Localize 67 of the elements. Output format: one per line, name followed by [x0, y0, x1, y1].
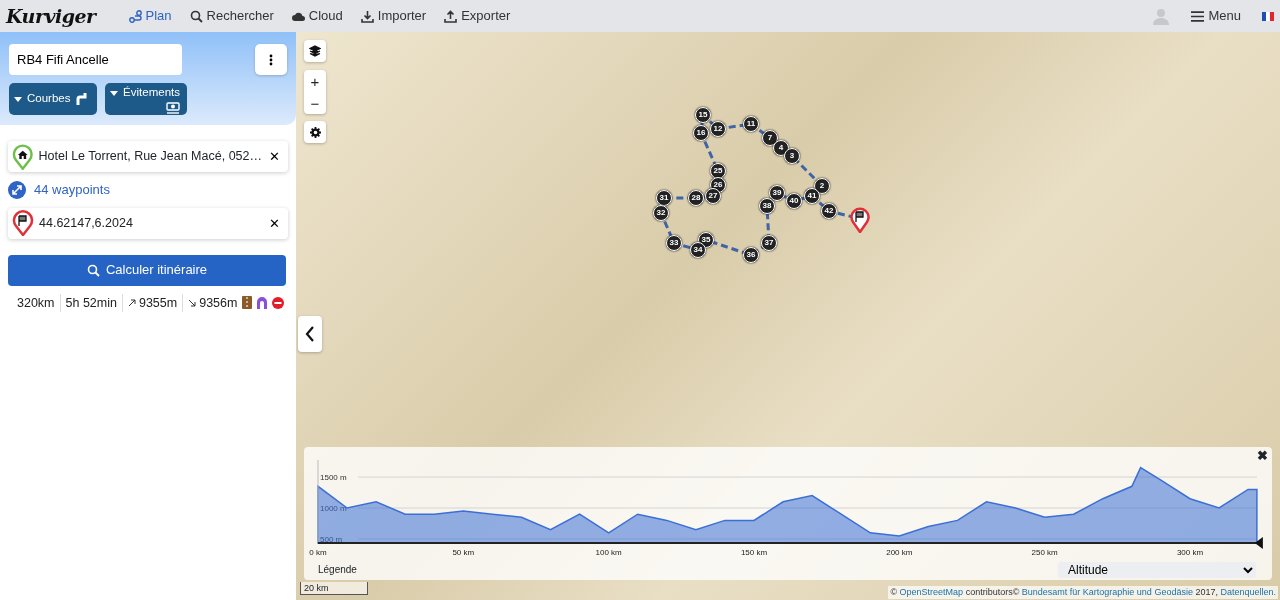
- collapse-sidebar-button[interactable]: [298, 316, 322, 352]
- ascent-arrow-icon: [127, 298, 136, 307]
- settings-button[interactable]: [304, 121, 326, 143]
- curve-icon: [75, 92, 88, 106]
- x-axis-label: 100 km: [595, 548, 622, 557]
- x-axis-label: 200 km: [886, 548, 913, 557]
- option-dropdown-button[interactable]: Évitements: [105, 83, 187, 115]
- attribution-link[interactable]: OpenStreetMap: [899, 586, 964, 597]
- descent-text: 9356m: [199, 294, 238, 312]
- start-field[interactable]: Hotel Le Torrent, Rue Jean Macé, 052… ✕: [8, 141, 288, 172]
- attribution-link[interactable]: Bundesamt für Kartographie und Geodäsie: [1021, 586, 1193, 597]
- home-pin-icon: [12, 143, 34, 170]
- search-icon: [86, 263, 100, 277]
- search-icon: [189, 9, 203, 23]
- nav-tab[interactable]: Importer: [355, 4, 432, 28]
- distance-text: 320km: [12, 293, 61, 313]
- route-icon: [128, 9, 142, 23]
- unpaved-road-icon: [242, 296, 253, 310]
- attribution-link[interactable]: Datenquellen.: [1220, 586, 1276, 597]
- clear-button[interactable]: ✕: [267, 150, 282, 163]
- scale-bar: 20 km: [300, 582, 368, 595]
- x-axis-label: 250 km: [1031, 548, 1058, 557]
- x-axis-label: 300 km: [1176, 548, 1204, 557]
- descent-arrow-icon: [188, 298, 197, 307]
- x-axis-label: 0 km: [309, 548, 327, 557]
- nav-tab[interactable]: Plan: [123, 4, 177, 28]
- money-icon: [166, 101, 180, 114]
- tunnel-icon: [256, 296, 269, 310]
- option-dropdown-button[interactable]: Courbes: [9, 83, 97, 115]
- x-axis-label: 50 km: [452, 548, 475, 557]
- metric-select[interactable]: Altitude: [1058, 562, 1256, 578]
- waypoints-link[interactable]: 44 waypoints: [34, 180, 110, 200]
- caret-icon: [14, 96, 22, 102]
- nav-tab[interactable]: Exporter: [439, 4, 516, 28]
- y-axis-label: 500 m: [320, 534, 343, 544]
- caret-icon: [110, 90, 119, 96]
- y-axis-label: 1500 m: [320, 473, 347, 483]
- download-icon: [360, 9, 374, 23]
- layers-icon: [309, 45, 321, 57]
- x-axis-label: 150 km: [740, 548, 768, 557]
- duration-text: 5h 52min: [60, 293, 123, 313]
- expand-icon: [8, 180, 26, 199]
- layers-button[interactable]: [304, 40, 326, 62]
- position-marker-icon: [1254, 537, 1263, 549]
- kebab-menu-icon: [269, 53, 273, 66]
- menu-icon: [1191, 9, 1205, 23]
- close-button[interactable]: ✖: [1257, 449, 1268, 462]
- french-flag-icon[interactable]: [1262, 11, 1274, 21]
- y-axis-label: 1000 m: [320, 504, 347, 513]
- app-logo: Kurviger: [6, 3, 96, 29]
- nav-tab[interactable]: Rechercher: [184, 4, 279, 28]
- ascent-text: 9355m: [138, 294, 178, 312]
- nav-tab[interactable]: Cloud: [286, 4, 348, 28]
- calculate-route-button[interactable]: Calculer itinéraire: [8, 254, 286, 286]
- route-name-field[interactable]: RB4 Fifi Ancelle: [9, 44, 182, 75]
- finish-flag-marker-icon: [850, 207, 870, 233]
- no-entry-icon: [272, 296, 285, 309]
- destination-field[interactable]: 44.62147,6.2024 ✕: [8, 207, 288, 239]
- chevron-left-icon: [305, 326, 315, 342]
- zoom-in-button[interactable]: +: [304, 70, 326, 92]
- upload-icon: [444, 9, 458, 23]
- clear-button[interactable]: ✕: [267, 216, 282, 230]
- menu-button[interactable]: Menu: [1186, 4, 1246, 28]
- zoom-out-button[interactable]: −: [304, 92, 326, 114]
- settings-icon: [309, 126, 321, 138]
- finish-flag-pin-icon: [12, 210, 34, 236]
- legend-label[interactable]: Légende: [318, 562, 357, 577]
